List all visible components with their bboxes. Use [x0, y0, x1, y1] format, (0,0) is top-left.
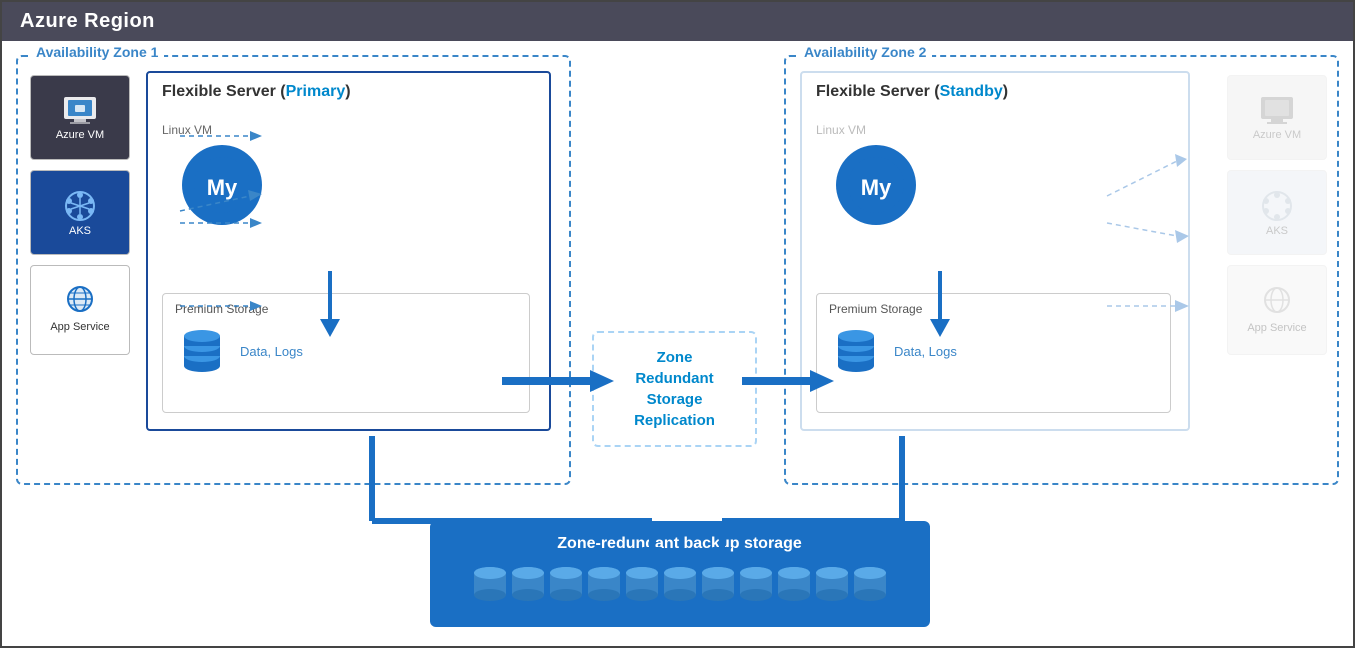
az2-mysql-logo: My	[846, 155, 906, 215]
backup-section: Zone-redundant backup storage	[430, 521, 930, 627]
az1-app-service: App Service	[30, 265, 130, 355]
az1-app-service-label: App Service	[50, 321, 109, 334]
az2-app-service: App Service	[1227, 265, 1327, 355]
az2-aks-icon	[1256, 189, 1298, 223]
az1-vm-label: Azure VM	[56, 129, 104, 141]
az2-aks-label: AKS	[1266, 225, 1288, 237]
azure-region-header: Azure Region	[2, 2, 1353, 41]
az2-storage-label: Premium Storage	[829, 302, 1158, 316]
az2-server-header: Flexible Server (Standby)	[802, 73, 1188, 101]
az1-disk-icon	[175, 324, 230, 379]
az2-vm-label: Azure VM	[1253, 129, 1301, 141]
az1-aks: AKS	[30, 170, 130, 255]
az2-standby-label: Standby	[940, 83, 1003, 100]
az1-storage-label: Premium Storage	[175, 302, 517, 316]
mysql-logo: My	[192, 155, 252, 215]
az1-server-title: Flexible Server (Primary)	[162, 83, 351, 100]
az1-label: Availability Zone 1	[30, 44, 164, 60]
az2-vm-icon	[1257, 95, 1297, 127]
az1-box: Availability Zone 1 Azure VM	[16, 55, 571, 485]
vm-icon	[60, 95, 100, 127]
aks-icon	[59, 189, 101, 223]
az2-disk-icon	[829, 324, 884, 379]
az2-app-service-icon	[1257, 286, 1297, 320]
az1-data-logs-label: Data, Logs	[240, 344, 303, 359]
az1-premium-storage: Premium Storage Data, Logs	[162, 293, 530, 413]
az1-primary-label: Primary	[286, 83, 346, 100]
az1-flex-server: Flexible Server (Primary) Linux VM My	[146, 71, 551, 431]
outer-container: Azure Region	[0, 0, 1355, 648]
az1-clients: Azure VM AK	[30, 75, 130, 355]
zrs-section: ZoneRedundantStorageReplication	[592, 331, 757, 447]
az2-box: Availability Zone 2 Flexible Server (Sta…	[784, 55, 1339, 485]
az2-label: Availability Zone 2	[798, 44, 932, 60]
az2-server-title: Flexible Server (Standby)	[816, 83, 1008, 100]
azure-region-title: Azure Region	[20, 10, 155, 32]
az2-linux-vm-label: Linux VM	[816, 123, 996, 137]
zrs-label-box: ZoneRedundantStorageReplication	[592, 331, 757, 447]
backup-cylinders	[448, 565, 912, 607]
backup-title: Zone-redundant backup storage	[448, 535, 912, 553]
az2-premium-storage: Premium Storage Data, Logs	[816, 293, 1171, 413]
az2-storage-icons: Data, Logs	[829, 324, 1158, 379]
az2-aks: AKS	[1227, 170, 1327, 255]
zrs-label: ZoneRedundantStorageReplication	[634, 349, 715, 429]
az1-aks-label: AKS	[69, 225, 91, 237]
backup-disks-svg	[470, 565, 890, 607]
az1-server-header: Flexible Server (Primary)	[148, 73, 549, 101]
svg-text:My: My	[207, 175, 238, 200]
az2-clients: Azure VM AKS	[1227, 75, 1327, 355]
app-service-icon	[60, 285, 100, 319]
az2-flex-server: Flexible Server (Standby) Linux VM My	[800, 71, 1190, 431]
az2-mysql-icon: My	[836, 145, 916, 225]
az1-mysql-icon: My	[182, 145, 262, 225]
svg-text:My: My	[861, 175, 892, 200]
az2-app-service-label: App Service	[1247, 322, 1306, 334]
az1-storage-icons: Data, Logs	[175, 324, 517, 379]
az2-data-logs-label: Data, Logs	[894, 344, 957, 359]
backup-box: Zone-redundant backup storage	[430, 521, 930, 627]
az2-azure-vm: Azure VM	[1227, 75, 1327, 160]
az1-mysql-section: Linux VM My	[162, 123, 342, 233]
az1-linux-vm-label: Linux VM	[162, 123, 342, 137]
az2-mysql-section: Linux VM My	[816, 123, 996, 233]
az1-azure-vm: Azure VM	[30, 75, 130, 160]
